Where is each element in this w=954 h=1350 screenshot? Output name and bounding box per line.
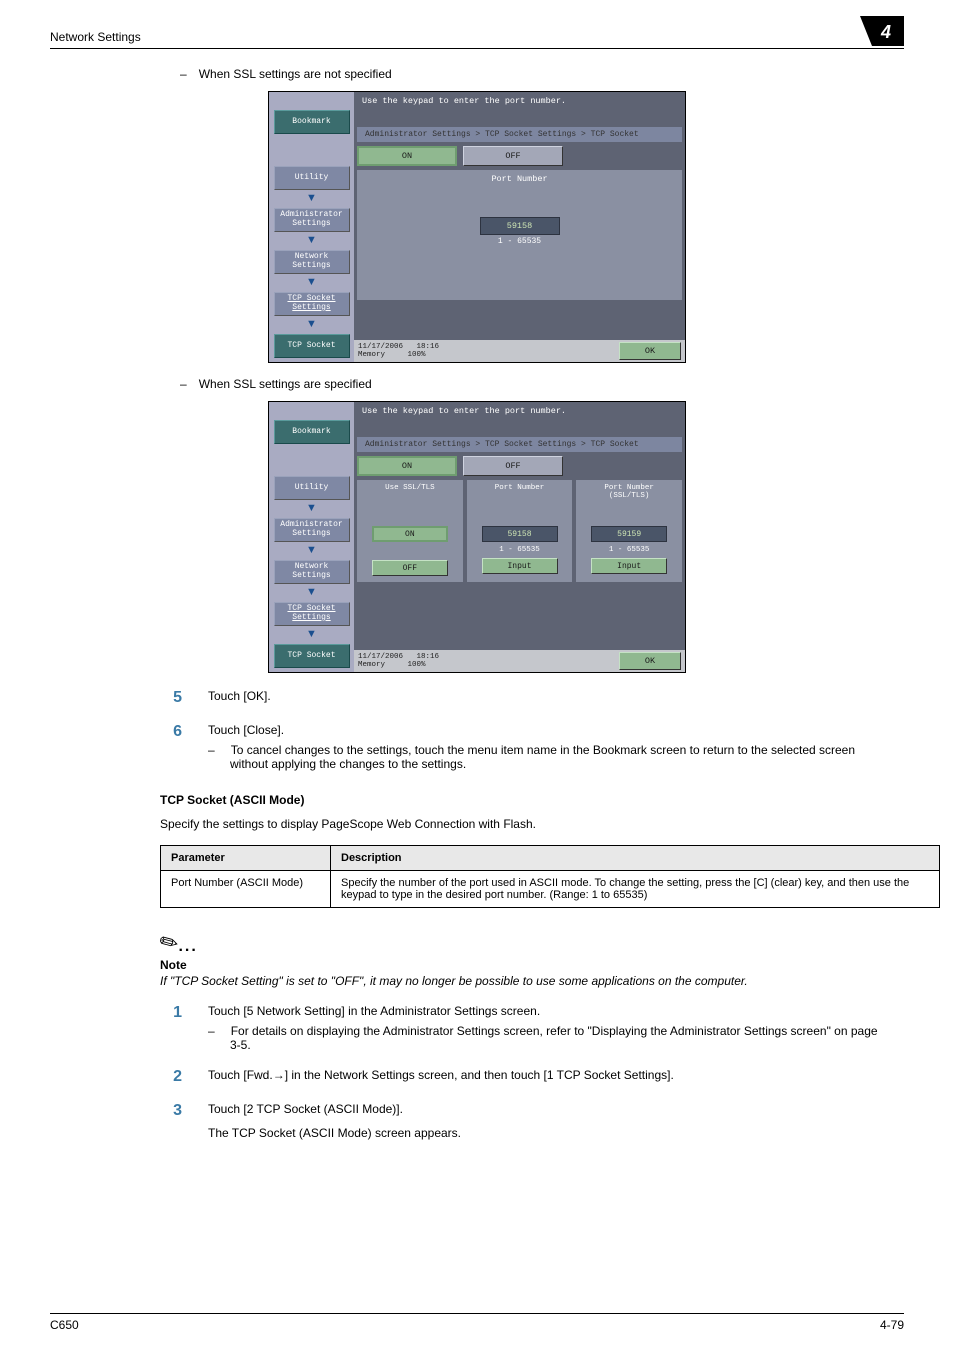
nav-admin-settings[interactable]: Administrator Settings bbox=[274, 208, 350, 232]
off-button[interactable]: OFF bbox=[463, 146, 563, 166]
nav-tcp-socket-settings[interactable]: TCP Socket Settings bbox=[274, 602, 350, 626]
step-2: 2 Touch [Fwd.→] in the Network Settings … bbox=[160, 1068, 884, 1086]
off-button[interactable]: OFF bbox=[463, 456, 563, 476]
step-number: 3 bbox=[160, 1102, 200, 1140]
step-number: 5 bbox=[160, 689, 200, 707]
note-label: Note bbox=[160, 958, 904, 972]
port-ssl-column-title: Port Number (SSL/TLS) bbox=[576, 482, 682, 496]
table-header-description: Description bbox=[331, 846, 940, 871]
on-button[interactable]: ON bbox=[357, 456, 457, 476]
arrow-down-icon: ▼ bbox=[306, 544, 317, 556]
page-header: Network Settings 4 bbox=[50, 30, 904, 49]
arrow-down-icon: ▼ bbox=[306, 192, 317, 204]
port-input-button[interactable]: Input bbox=[482, 558, 558, 574]
step-6: 6 Touch [Close]. To cancel changes to th… bbox=[160, 723, 884, 771]
port-column-title: Port Number bbox=[467, 482, 573, 496]
step-5: 5 Touch [OK]. bbox=[160, 689, 884, 707]
ssl-column-title: Use SSL/TLS bbox=[357, 482, 463, 496]
arrow-down-icon: ▼ bbox=[306, 502, 317, 514]
nav-tcp-socket[interactable]: TCP Socket bbox=[274, 644, 350, 668]
screenshot-no-ssl: Bookmark Utility ▼ Administrator Setting… bbox=[268, 91, 686, 363]
step-number: 6 bbox=[160, 723, 200, 771]
footer-left: C650 bbox=[50, 1318, 79, 1332]
port-value[interactable]: 59158 bbox=[482, 526, 558, 542]
step-1: 1 Touch [5 Network Setting] in the Admin… bbox=[160, 1004, 884, 1052]
port-column: Port Number 59158 1 - 65535 Input bbox=[467, 480, 573, 582]
nav-utility[interactable]: Utility bbox=[274, 476, 350, 500]
bookmark-button[interactable]: Bookmark bbox=[274, 420, 350, 444]
on-button[interactable]: ON bbox=[357, 146, 457, 166]
port-number-value[interactable]: 59158 bbox=[480, 217, 560, 235]
breadcrumb: Administrator Settings > TCP Socket Sett… bbox=[357, 437, 682, 452]
header-title: Network Settings bbox=[50, 30, 141, 44]
screen-title: Use the keypad to enter the port number. bbox=[354, 402, 685, 420]
nav-network-settings[interactable]: Network Settings bbox=[274, 250, 350, 274]
arrow-down-icon: ▼ bbox=[306, 586, 317, 598]
nav-utility[interactable]: Utility bbox=[274, 166, 350, 190]
nav-network-settings[interactable]: Network Settings bbox=[274, 560, 350, 584]
note-text: If "TCP Socket Setting" is set to "OFF",… bbox=[160, 974, 940, 988]
step-3: 3 Touch [2 TCP Socket (ASCII Mode)]. The… bbox=[160, 1102, 884, 1140]
screenshot-ssl: Bookmark Utility ▼ Administrator Setting… bbox=[268, 401, 686, 673]
bookmark-button[interactable]: Bookmark bbox=[274, 110, 350, 134]
port-number-range: 1 - 65535 bbox=[498, 237, 541, 246]
nav-tcp-socket[interactable]: TCP Socket bbox=[274, 334, 350, 358]
chapter-tab: 4 bbox=[860, 16, 904, 46]
intro-bullet-2: When SSL settings are specified bbox=[180, 377, 904, 391]
page-footer: C650 4-79 bbox=[50, 1313, 904, 1332]
table-cell-param: Port Number (ASCII Mode) bbox=[161, 871, 331, 908]
breadcrumb: Administrator Settings > TCP Socket Sett… bbox=[357, 127, 682, 142]
screen-title: Use the keypad to enter the port number. bbox=[354, 92, 685, 110]
arrow-down-icon: ▼ bbox=[306, 276, 317, 288]
step-extra-text: The TCP Socket (ASCII Mode) screen appea… bbox=[208, 1126, 884, 1140]
step-number: 2 bbox=[160, 1068, 200, 1086]
step-sub-bullet: To cancel changes to the settings, touch… bbox=[208, 743, 884, 771]
ssl-column: Use SSL/TLS ON OFF bbox=[357, 480, 463, 582]
step-text: Touch [Fwd.→] in the Network Settings sc… bbox=[200, 1068, 884, 1086]
footer-right: 4-79 bbox=[880, 1318, 904, 1332]
ssl-off-button[interactable]: OFF bbox=[372, 560, 448, 576]
table-header-parameter: Parameter bbox=[161, 846, 331, 871]
ok-button[interactable]: OK bbox=[619, 652, 681, 670]
step-text: Touch [2 TCP Socket (ASCII Mode)]. bbox=[208, 1102, 884, 1116]
chapter-number: 4 bbox=[880, 22, 891, 42]
step-text: Touch [OK]. bbox=[200, 689, 884, 707]
table-cell-desc: Specify the number of the port used in A… bbox=[331, 871, 940, 908]
port-number-label: Port Number bbox=[491, 174, 547, 184]
step-sub-bullet: For details on displaying the Administra… bbox=[208, 1024, 884, 1052]
section-intro: Specify the settings to display PageScop… bbox=[160, 817, 904, 831]
port-number-panel: Port Number 59158 1 - 65535 bbox=[357, 170, 682, 300]
note-block: ✎... Note If "TCP Socket Setting" is set… bbox=[160, 930, 904, 988]
port-ssl-range: 1 - 65535 bbox=[609, 546, 650, 554]
arrow-down-icon: ▼ bbox=[306, 318, 317, 330]
port-ssl-column: Port Number (SSL/TLS) 59159 1 - 65535 In… bbox=[576, 480, 682, 582]
status-text: 11/17/2006 18:16 Memory 100% bbox=[358, 343, 439, 360]
status-text: 11/17/2006 18:16 Memory 100% bbox=[358, 653, 439, 670]
port-ssl-input-button[interactable]: Input bbox=[591, 558, 667, 574]
step-text: Touch [Close]. bbox=[208, 723, 884, 737]
port-range: 1 - 65535 bbox=[499, 546, 540, 554]
step-number: 1 bbox=[160, 1004, 200, 1052]
nav-tcp-socket-settings[interactable]: TCP Socket Settings bbox=[274, 292, 350, 316]
nav-admin-settings[interactable]: Administrator Settings bbox=[274, 518, 350, 542]
parameter-table: Parameter Description Port Number (ASCII… bbox=[160, 845, 940, 908]
section-heading: TCP Socket (ASCII Mode) bbox=[160, 793, 904, 807]
arrow-down-icon: ▼ bbox=[306, 628, 317, 640]
table-row: Port Number (ASCII Mode) Specify the num… bbox=[161, 871, 940, 908]
step-text: Touch [5 Network Setting] in the Adminis… bbox=[208, 1004, 884, 1018]
port-ssl-value[interactable]: 59159 bbox=[591, 526, 667, 542]
arrow-down-icon: ▼ bbox=[306, 234, 317, 246]
ssl-on-button[interactable]: ON bbox=[372, 526, 448, 542]
intro-bullet-1: When SSL settings are not specified bbox=[180, 67, 904, 81]
ok-button[interactable]: OK bbox=[619, 342, 681, 360]
